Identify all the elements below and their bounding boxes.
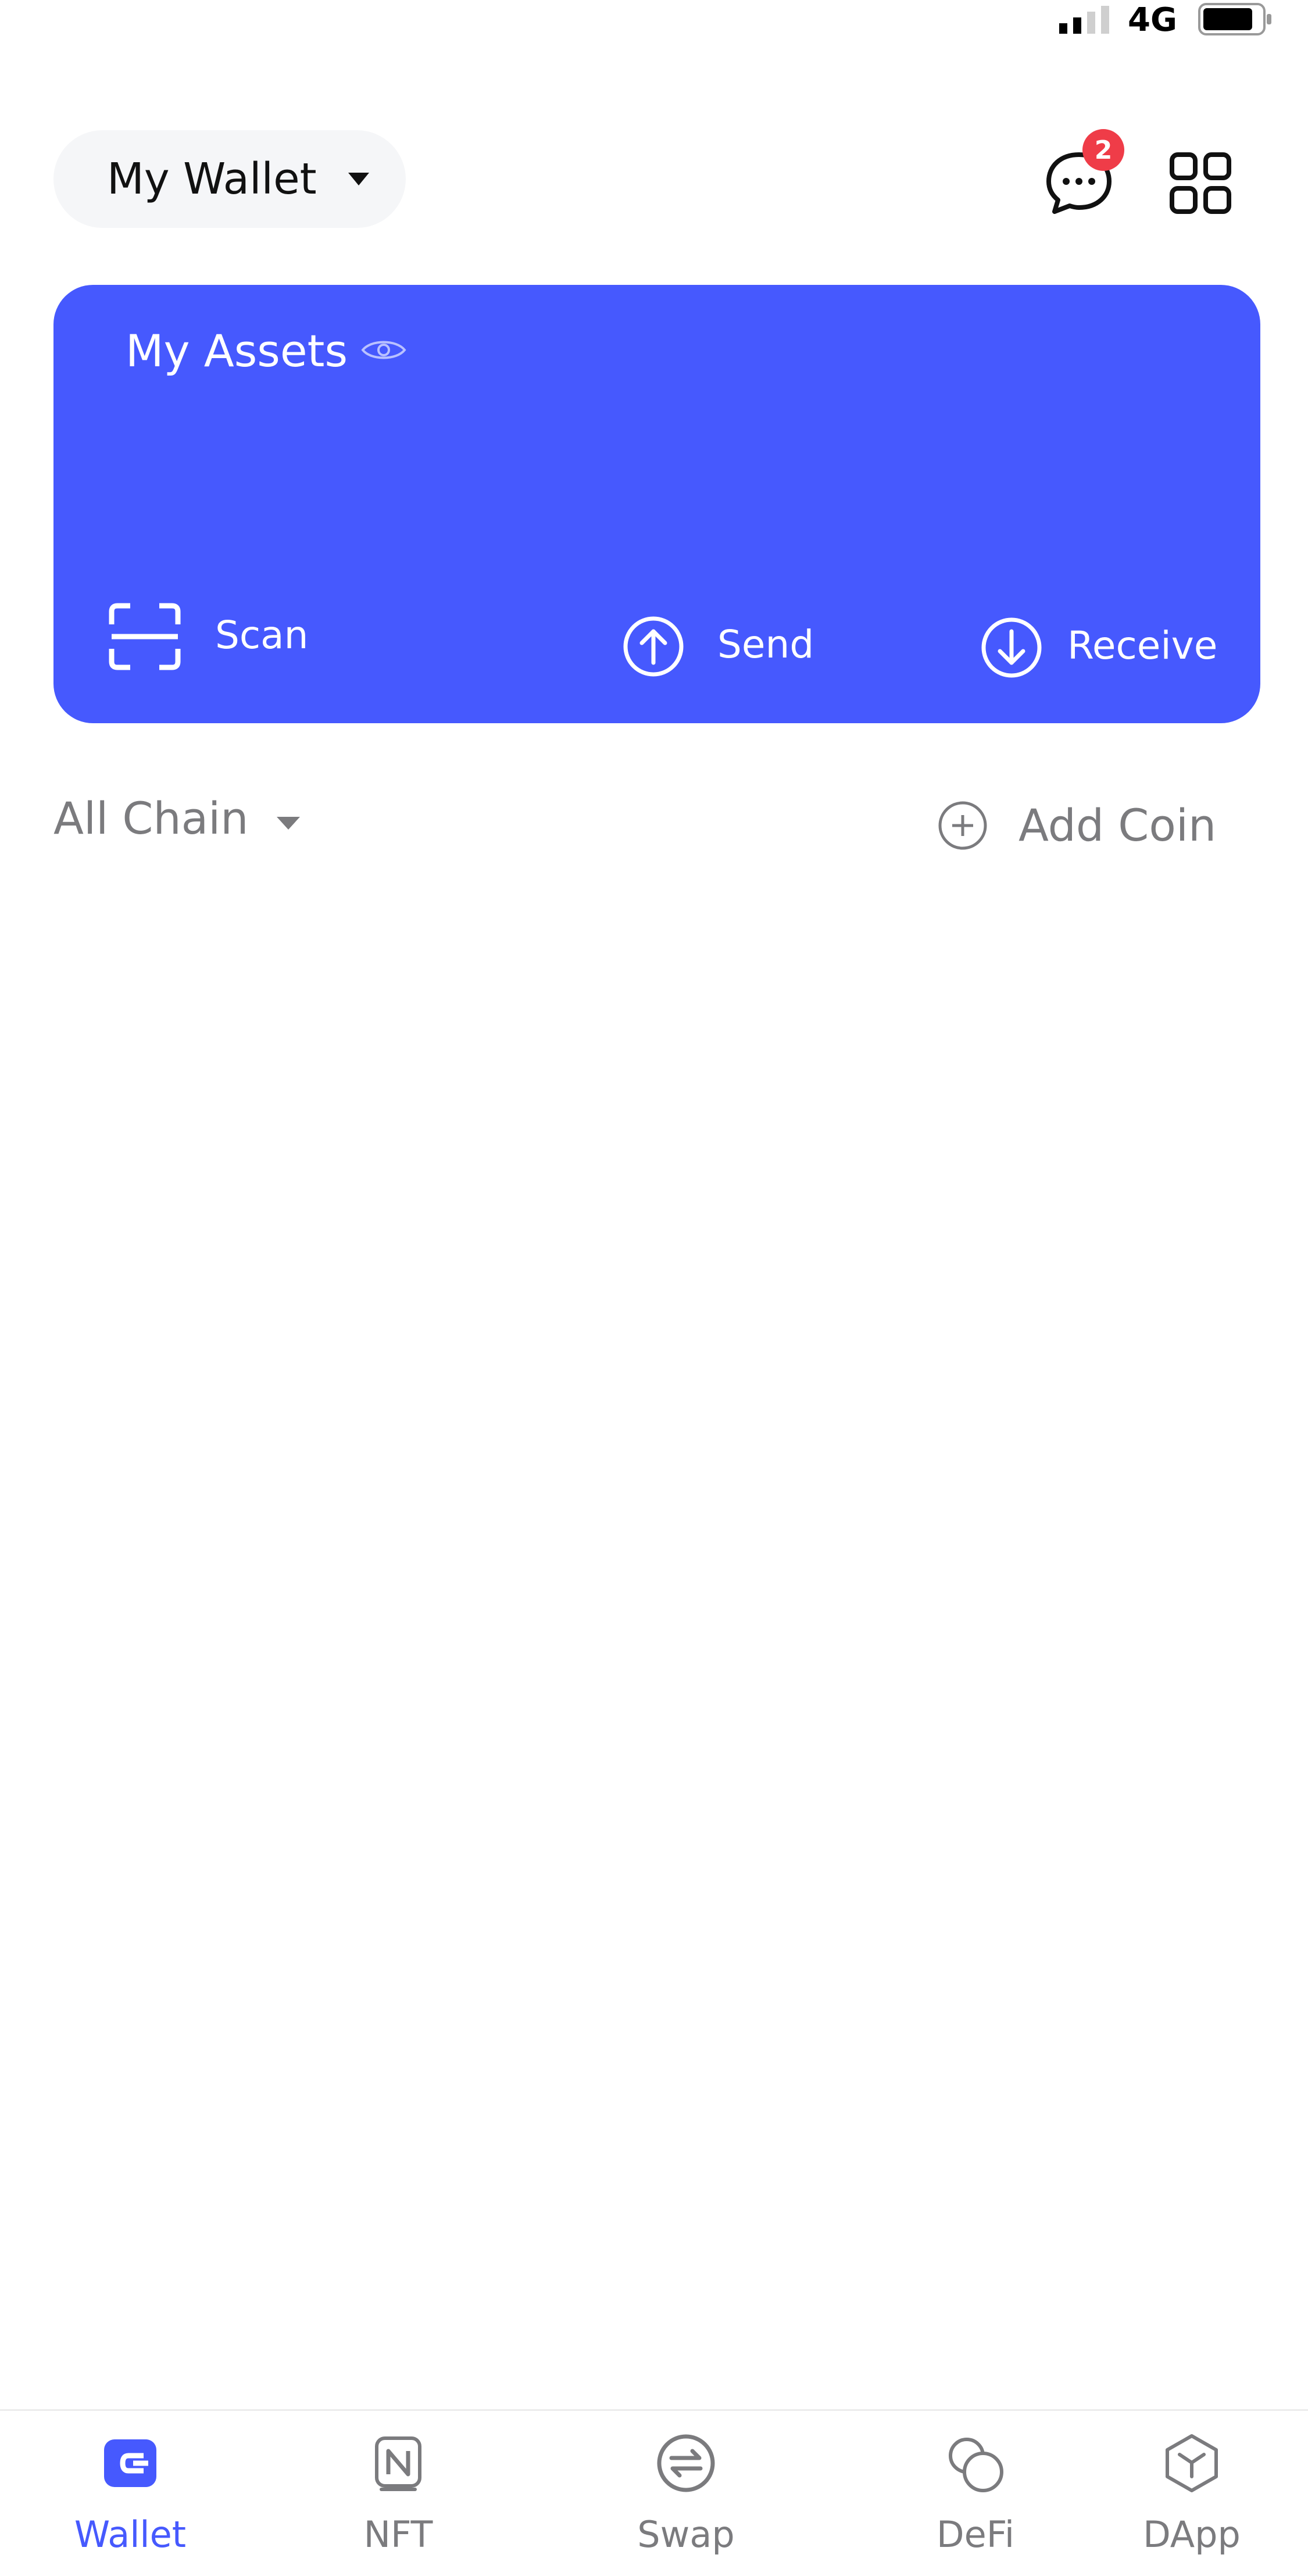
tab-wallet[interactable]: Wallet [43, 2424, 217, 2564]
network-type: 4G [1128, 1, 1177, 39]
defi-icon [949, 2438, 1003, 2492]
dapp-icon [1166, 2434, 1218, 2492]
tab-swap[interactable]: Swap [599, 2424, 773, 2564]
battery-icon [1198, 3, 1271, 35]
assets-title: My Assets [126, 325, 348, 377]
add-coin-button[interactable]: Add Coin [1018, 798, 1216, 853]
chain-filter[interactable]: All Chain [53, 791, 248, 846]
wallet-name: My Wallet [107, 154, 317, 204]
tab-label: DApp [1143, 2513, 1241, 2556]
send-arrow-up-icon[interactable] [622, 615, 685, 678]
receive-arrow-down-icon[interactable] [980, 616, 1043, 679]
tab-label: Wallet [74, 2513, 187, 2556]
apps-grid-icon[interactable] [1168, 151, 1232, 215]
tab-label: NFT [363, 2513, 433, 2556]
notification-badge: 2 [1082, 129, 1124, 171]
caret-down-icon [348, 173, 369, 185]
tab-dapp[interactable]: DApp [1105, 2424, 1279, 2564]
eye-icon[interactable] [360, 336, 407, 364]
wallet-icon [104, 2439, 156, 2487]
send-button[interactable]: Send [717, 620, 814, 670]
caret-down-icon[interactable] [276, 816, 301, 831]
swap-icon [657, 2434, 715, 2492]
tab-label: DeFi [936, 2513, 1015, 2556]
tab-nft[interactable]: NFT [311, 2424, 485, 2564]
tab-defi[interactable]: DeFi [888, 2424, 1063, 2564]
signal-strength-icon [1059, 6, 1109, 34]
nft-icon [375, 2436, 421, 2491]
add-circle-icon[interactable] [937, 800, 988, 851]
scan-icon[interactable] [108, 602, 181, 671]
scan-button[interactable]: Scan [215, 610, 308, 660]
tab-label: Swap [637, 2513, 735, 2556]
wallet-selector[interactable]: My Wallet [53, 130, 406, 228]
receive-button[interactable]: Receive [1067, 621, 1217, 671]
